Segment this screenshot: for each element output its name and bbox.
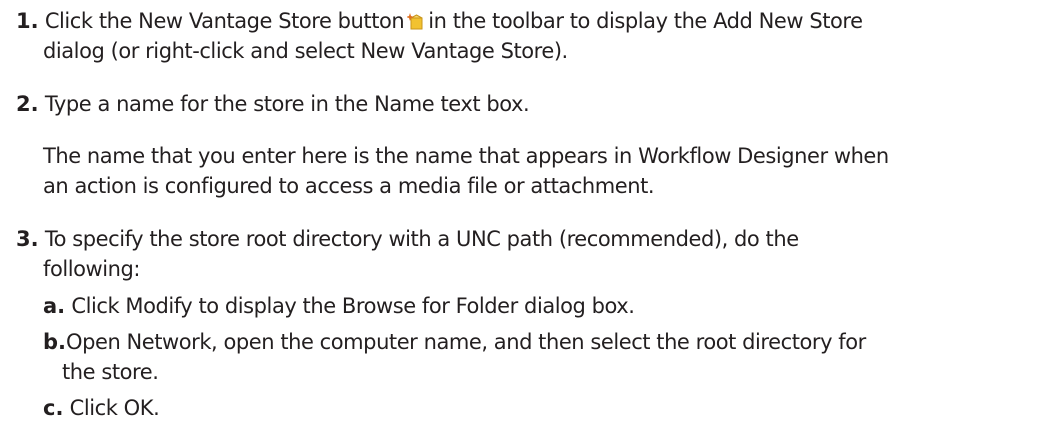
substep-b-continuation: the store.: [62, 360, 159, 384]
step-3: 3. To specify the store root directory w…: [16, 224, 799, 254]
step-1-text-after: in the toolbar to display the Add New St…: [428, 9, 863, 33]
substep-b-letter: b.: [43, 330, 67, 354]
step-2-note-line-2: an action is configured to access a medi…: [43, 174, 655, 198]
step-2: 2. Type a name for the store in the Name…: [16, 89, 530, 119]
substep-a-letter: a.: [43, 294, 66, 318]
step-2-number: 2.: [16, 92, 39, 116]
substep-a: a. Click Modify to display the Browse fo…: [43, 291, 635, 321]
substep-b-text: Open Network, open the computer name, an…: [66, 330, 866, 354]
new-store-icon: [406, 8, 425, 30]
substep-b: b.Open Network, open the computer name, …: [43, 327, 866, 357]
step-1-text-before: Click the New Vantage Store button: [44, 9, 405, 33]
step-2-text: Type a name for the store in the Name te…: [44, 92, 530, 116]
substep-a-text: Click Modify to display the Browse for F…: [71, 294, 635, 318]
substep-c-text: Click OK.: [69, 396, 160, 420]
step-2-note-line-1: The name that you enter here is the name…: [43, 144, 889, 168]
step-1: 1. Click the New Vantage Store button in…: [16, 6, 863, 36]
step-1-continuation: dialog (or right-click and select New Va…: [43, 39, 568, 63]
step-1-number: 1.: [16, 9, 39, 33]
step-3-text: To specify the store root directory with…: [44, 227, 799, 251]
substep-c-letter: c.: [43, 396, 64, 420]
step-3-number: 3.: [16, 227, 39, 251]
substep-c: c. Click OK.: [43, 393, 160, 423]
step-3-continuation: following:: [43, 257, 140, 281]
